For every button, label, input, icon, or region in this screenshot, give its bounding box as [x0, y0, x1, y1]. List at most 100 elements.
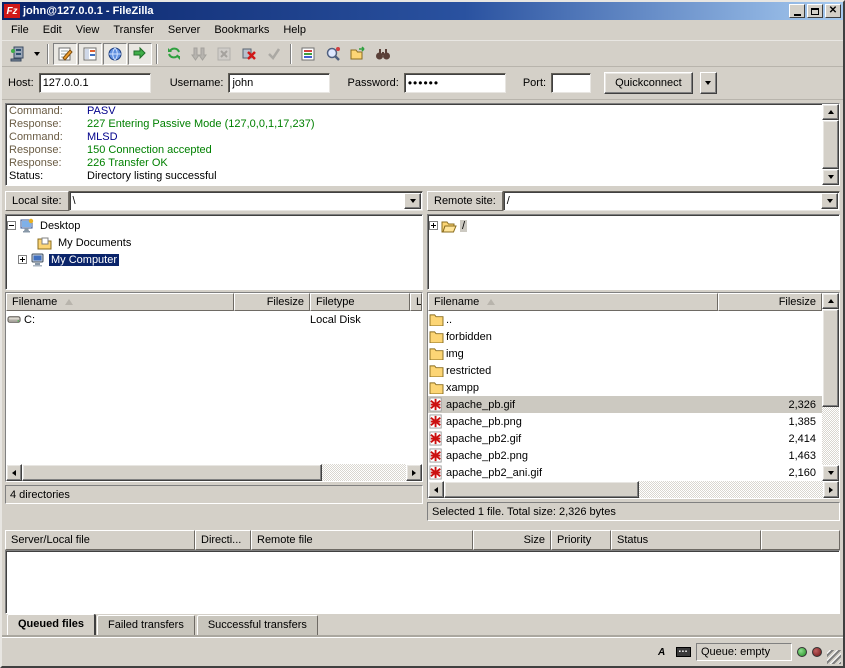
remote-site-dropdown-button[interactable] — [821, 193, 838, 209]
remote-vertical-scrollbar[interactable] — [822, 293, 839, 481]
file-row[interactable]: forbidden — [428, 328, 822, 345]
file-row[interactable]: img — [428, 345, 822, 362]
column-header-remote-file[interactable]: Remote file — [251, 530, 473, 550]
toggle-log-button[interactable] — [53, 43, 77, 65]
refresh-button[interactable] — [162, 43, 186, 65]
maximize-button[interactable] — [807, 4, 823, 18]
scrollbar-thumb[interactable] — [822, 120, 839, 169]
column-header-filesize[interactable]: Filesize — [718, 293, 822, 311]
scroll-left-button[interactable] — [6, 464, 22, 481]
site-manager-button[interactable] — [5, 43, 29, 65]
directory-comparison-button[interactable] — [321, 43, 345, 65]
speed-limit-indicator-icon[interactable]: ▪▪▪ — [676, 647, 691, 657]
file-row[interactable]: apache_pb2.png 1,463 — [428, 447, 822, 464]
menu-edit[interactable]: Edit — [36, 22, 69, 38]
tab-successful-transfers[interactable]: Successful transfers — [197, 615, 318, 636]
menu-help[interactable]: Help — [276, 22, 313, 38]
log-vertical-scrollbar[interactable] — [822, 104, 839, 185]
find-files-button[interactable] — [371, 43, 395, 65]
resize-grip[interactable] — [827, 650, 841, 664]
collapse-icon[interactable] — [7, 221, 16, 230]
scrollbar-thumb[interactable] — [444, 481, 639, 498]
tree-item-root[interactable]: / — [429, 217, 838, 234]
file-row[interactable]: apache_pb2.gif 2,414 — [428, 430, 822, 447]
scrollbar-track[interactable] — [322, 464, 406, 481]
reconnect-button[interactable] — [262, 43, 286, 65]
file-row[interactable]: apache_pb.png 1,385 — [428, 413, 822, 430]
toggle-remote-tree-button[interactable] — [103, 43, 127, 65]
column-header-last-modified[interactable]: L — [410, 293, 422, 311]
scroll-up-button[interactable] — [822, 293, 839, 309]
scroll-down-button[interactable] — [822, 169, 839, 185]
column-header-filename[interactable]: Filename — [6, 293, 234, 311]
tab-queued-files[interactable]: Queued files — [7, 614, 95, 636]
remote-horizontal-scrollbar[interactable] — [428, 481, 839, 498]
cancel-icon — [216, 46, 232, 62]
column-header-server-local-file[interactable]: Server/Local file — [5, 530, 195, 550]
process-queue-button[interactable] — [187, 43, 211, 65]
scrollbar-track[interactable] — [639, 481, 823, 498]
toggle-local-tree-button[interactable] — [78, 43, 102, 65]
expand-icon[interactable] — [18, 255, 27, 264]
column-header-filesize[interactable]: Filesize — [234, 293, 310, 311]
close-button[interactable]: ✕ — [825, 4, 841, 18]
transfer-type-indicator-icon[interactable]: A — [653, 644, 671, 660]
maximize-icon — [811, 8, 819, 15]
local-site-dropdown-button[interactable] — [404, 193, 421, 209]
remote-site-combo[interactable]: / — [503, 191, 840, 211]
file-row-c-drive[interactable]: C: Local Disk — [6, 311, 422, 328]
menu-view[interactable]: View — [69, 22, 107, 38]
synchronized-browsing-button[interactable] — [346, 43, 370, 65]
column-header-direction[interactable]: Directi... — [195, 530, 251, 550]
cancel-button[interactable] — [212, 43, 236, 65]
title-bar[interactable]: Fz john@127.0.0.1 - FileZilla ✕ — [2, 2, 843, 20]
column-header-filename[interactable]: Filename — [428, 293, 718, 311]
menu-file[interactable]: File — [4, 22, 36, 38]
scroll-left-button[interactable] — [428, 481, 444, 498]
local-site-combo[interactable]: \ — [69, 191, 423, 211]
message-log[interactable]: Command:PASV Response:227 Entering Passi… — [6, 104, 822, 185]
column-header-status[interactable]: Status — [611, 530, 761, 550]
file-row-selected[interactable]: apache_pb.gif 2,326 — [428, 396, 822, 413]
scroll-right-button[interactable] — [823, 481, 839, 498]
queue-list[interactable] — [5, 550, 840, 614]
local-horizontal-scrollbar[interactable] — [6, 464, 422, 481]
quickconnect-button[interactable]: Quickconnect — [604, 72, 693, 94]
scrollbar-thumb[interactable] — [22, 464, 322, 481]
toggle-queue-button[interactable] — [128, 43, 152, 65]
quickconnect-dropdown[interactable] — [700, 72, 717, 94]
site-manager-dropdown[interactable] — [30, 43, 43, 65]
file-row[interactable]: .. — [428, 311, 822, 328]
tab-failed-transfers[interactable]: Failed transfers — [97, 615, 195, 636]
tree-item-my-computer[interactable]: My Computer — [7, 251, 421, 268]
chevron-down-icon — [705, 81, 711, 85]
expand-icon[interactable] — [429, 221, 438, 230]
scroll-down-button[interactable] — [822, 465, 839, 481]
remote-list-body[interactable]: .. forbidden img — [428, 311, 822, 481]
tree-item-desktop[interactable]: Desktop — [7, 217, 421, 234]
port-input[interactable] — [551, 73, 591, 93]
scrollbar-thumb[interactable] — [822, 309, 839, 407]
local-list-body[interactable]: C: Local Disk — [6, 311, 422, 464]
scroll-up-button[interactable] — [822, 104, 839, 120]
username-input[interactable]: john — [228, 73, 330, 93]
column-header-filetype[interactable]: Filetype — [310, 293, 410, 311]
filter-button[interactable] — [296, 43, 320, 65]
column-header-priority[interactable]: Priority — [551, 530, 611, 550]
scrollbar-track[interactable] — [822, 407, 839, 465]
scroll-right-button[interactable] — [406, 464, 422, 481]
file-row[interactable]: xampp — [428, 379, 822, 396]
menu-transfer[interactable]: Transfer — [106, 22, 161, 38]
local-tree[interactable]: Desktop My Documents — [5, 214, 423, 290]
column-header-size[interactable]: Size — [473, 530, 551, 550]
menu-bookmarks[interactable]: Bookmarks — [207, 22, 276, 38]
remote-tree[interactable]: / — [427, 214, 840, 290]
disconnect-button[interactable] — [237, 43, 261, 65]
minimize-button[interactable] — [789, 4, 805, 18]
host-input[interactable]: 127.0.0.1 — [39, 73, 151, 93]
password-input[interactable]: •••••• — [404, 73, 506, 93]
tree-item-my-documents[interactable]: My Documents — [7, 234, 421, 251]
file-row[interactable]: apache_pb2_ani.gif 2,160 — [428, 464, 822, 481]
menu-server[interactable]: Server — [161, 22, 207, 38]
file-row[interactable]: restricted — [428, 362, 822, 379]
